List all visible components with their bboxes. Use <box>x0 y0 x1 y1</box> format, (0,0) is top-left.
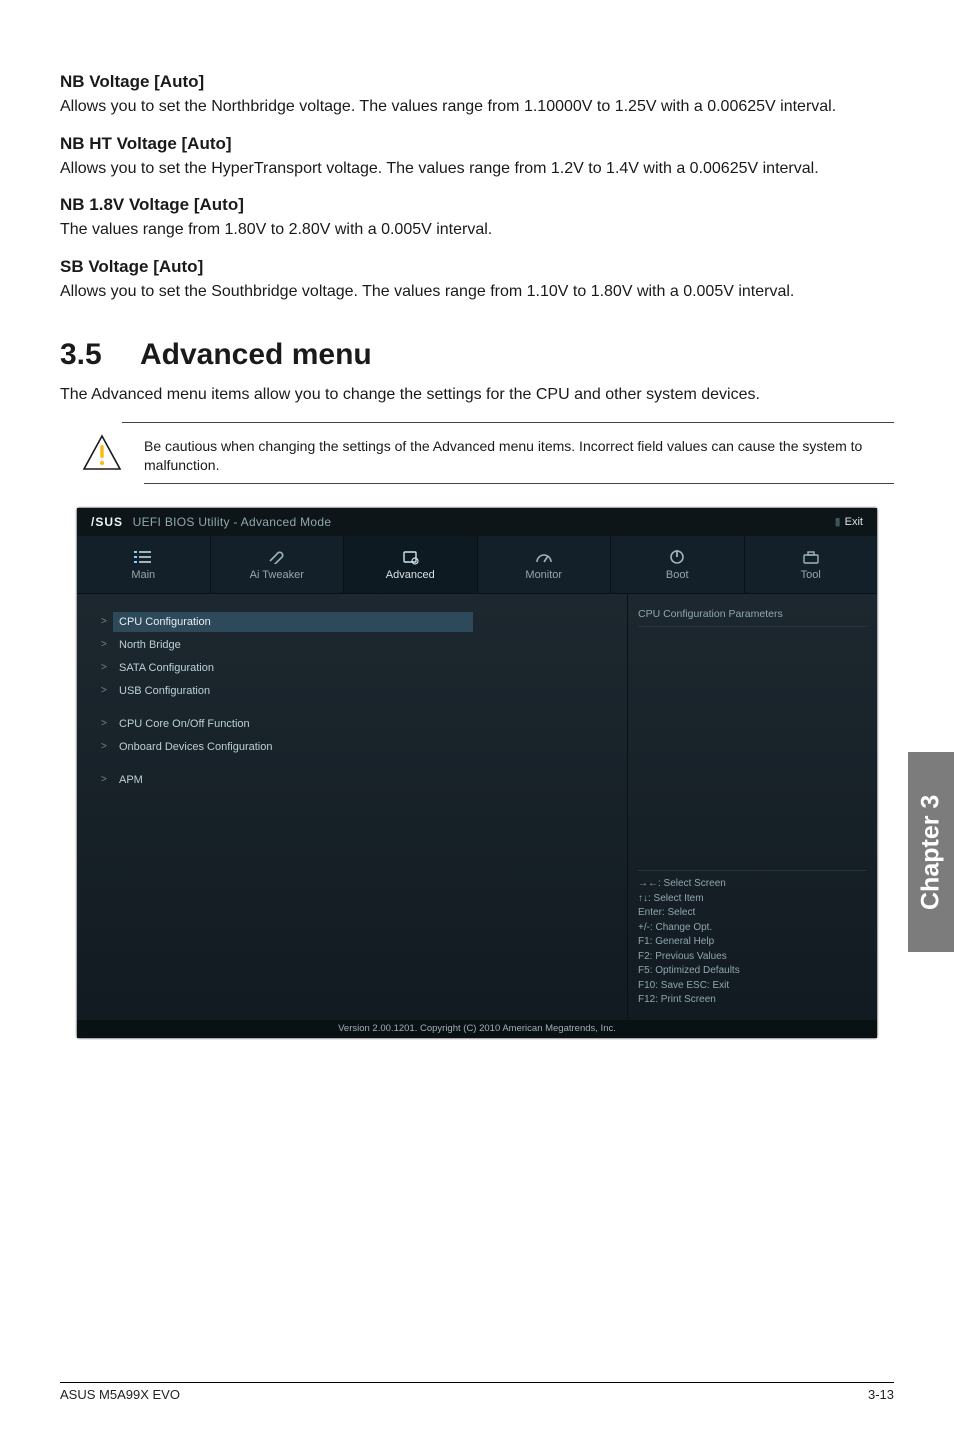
bios-help-block: →←: Select Screen ↑↓: Select Item Enter:… <box>638 870 866 1008</box>
bios-item-north-bridge[interactable]: North Bridge <box>113 635 613 655</box>
chapter-side-tab: Chapter 3 <box>908 752 954 952</box>
bios-tab-advanced[interactable]: Advanced <box>344 536 478 593</box>
bios-tab-tool[interactable]: Tool <box>745 536 878 593</box>
bios-subtitle: UEFI BIOS Utility - Advanced Mode <box>133 515 332 529</box>
bios-item-cpu-config[interactable]: CPU Configuration <box>113 612 473 632</box>
heading-nb-voltage: NB Voltage [Auto] <box>60 72 894 92</box>
bios-tab-monitor[interactable]: Monitor <box>478 536 612 593</box>
help-line: Enter: Select <box>638 906 866 921</box>
page-footer: ASUS M5A99X EVO 3-13 <box>60 1382 894 1402</box>
bios-footer: Version 2.00.1201. Copyright (C) 2010 Am… <box>77 1020 877 1038</box>
list-icon <box>131 548 155 566</box>
bios-brand: /SUS UEFI BIOS Utility - Advanced Mode <box>91 515 331 529</box>
chip-icon <box>398 548 422 566</box>
bios-tab-boot[interactable]: Boot <box>611 536 745 593</box>
help-line: +/-: Change Opt. <box>638 921 866 936</box>
gauge-icon <box>532 548 556 566</box>
bios-tab-main-label: Main <box>131 569 155 581</box>
help-line: ↑↓: Select Item <box>638 892 866 907</box>
section-heading-advanced: 3.5Advanced menu <box>60 338 894 372</box>
help-line: F12: Print Screen <box>638 993 866 1008</box>
help-line: F10: Save ESC: Exit <box>638 979 866 994</box>
bios-item-onboard-devices[interactable]: Onboard Devices Configuration <box>113 737 613 757</box>
bios-logo-text: /SUS <box>91 515 123 529</box>
bios-item-cpu-core-onoff[interactable]: CPU Core On/Off Function <box>113 714 613 734</box>
bios-tab-boot-label: Boot <box>666 569 689 581</box>
heading-sb-voltage: SB Voltage [Auto] <box>60 257 894 277</box>
help-line: F1: General Help <box>638 935 866 950</box>
footer-right: 3-13 <box>868 1387 894 1402</box>
body-nb-voltage: Allows you to set the Northbridge voltag… <box>60 96 894 118</box>
help-line: →←: Select Screen <box>638 877 866 892</box>
bios-item-sata-config[interactable]: SATA Configuration <box>113 658 613 678</box>
bios-tab-tool-label: Tool <box>801 569 821 581</box>
help-line: F5: Optimized Defaults <box>638 964 866 979</box>
bios-tab-advanced-label: Advanced <box>386 569 435 581</box>
heading-nb-ht-voltage: NB HT Voltage [Auto] <box>60 134 894 154</box>
body-nb-18v-voltage: The values range from 1.80V to 2.80V wit… <box>60 219 894 241</box>
bios-tab-ai-tweaker[interactable]: Ai Tweaker <box>211 536 345 593</box>
caution-block: Be cautious when changing the settings o… <box>60 433 894 484</box>
section-number: 3.5 <box>60 338 140 372</box>
bios-tab-main[interactable]: Main <box>77 536 211 593</box>
bios-right-panel-title: CPU Configuration Parameters <box>638 606 867 627</box>
body-sb-voltage: Allows you to set the Southbridge voltag… <box>60 281 894 303</box>
body-nb-ht-voltage: Allows you to set the HyperTransport vol… <box>60 158 894 180</box>
power-icon <box>665 548 689 566</box>
heading-nb-18v-voltage: NB 1.8V Voltage [Auto] <box>60 195 894 215</box>
bios-window: /SUS UEFI BIOS Utility - Advanced Mode E… <box>77 508 877 1038</box>
bios-item-usb-config[interactable]: USB Configuration <box>113 681 613 701</box>
section-title: Advanced menu <box>140 338 372 371</box>
bios-exit-button[interactable]: Exit <box>835 515 863 528</box>
section-intro: The Advanced menu items allow you to cha… <box>60 384 894 406</box>
bios-tab-monitor-label: Monitor <box>525 569 562 581</box>
footer-left: ASUS M5A99X EVO <box>60 1387 180 1402</box>
help-line: F2: Previous Values <box>638 950 866 965</box>
caution-text: Be cautious when changing the settings o… <box>144 433 894 484</box>
toolbox-icon <box>799 548 823 566</box>
bios-item-apm[interactable]: APM <box>113 770 613 790</box>
caution-icon <box>82 433 122 478</box>
bios-tab-ai-tweaker-label: Ai Tweaker <box>250 569 304 581</box>
wrench-icon <box>265 548 289 566</box>
